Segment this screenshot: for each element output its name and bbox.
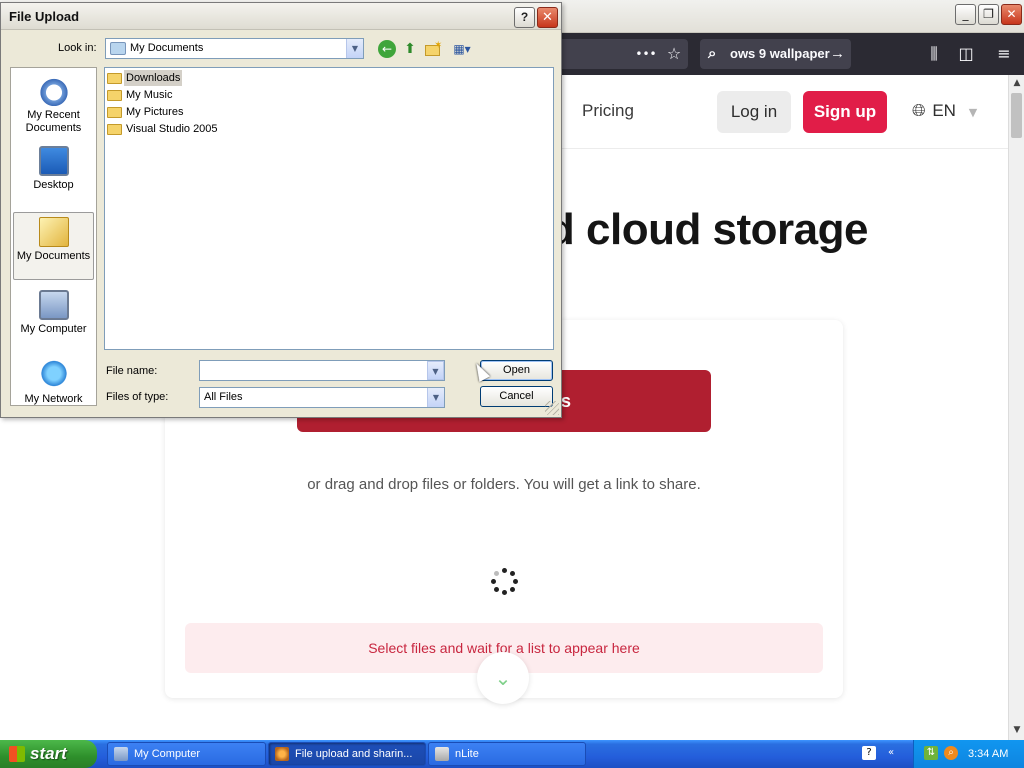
file-name-history-arrow-icon[interactable]: ▼ [427,361,444,380]
folder-icon [107,73,122,84]
dialog-title: File Upload [9,9,80,24]
start-label: start [30,744,67,763]
my-network-icon [38,360,69,390]
restore-button[interactable]: ❐ [978,4,999,25]
task-label: File upload and sharin... [295,748,413,760]
place-label: Desktop [33,179,74,191]
open-button[interactable]: Open [480,360,553,381]
windows-logo-icon [9,746,25,762]
place-my-computer[interactable]: My Computer [13,290,94,336]
my-computer-icon [114,747,128,761]
look-in-dropdown[interactable]: My Documents ▼ [105,38,364,59]
place-label: My Documents [16,250,91,262]
place-label: My Network [24,393,83,405]
chevron-down-icon[interactable]: ▼ [427,388,444,407]
file-list: Downloads My Music My Pictures Visual St… [104,67,554,350]
look-in-value: My Documents [130,42,204,54]
scroll-thumb[interactable] [1011,93,1022,138]
music-folder-icon [107,90,122,101]
library-icon[interactable]: ⫼ [922,39,946,69]
file-name: My Music [126,89,173,101]
chevron-down-icon[interactable]: ▼ [346,39,363,58]
up-folder-icon[interactable]: ⬆ [401,40,419,58]
scroll-down-chevron-icon[interactable]: ⌄ [477,652,529,704]
place-recent-documents[interactable]: My Recent Documents [13,76,94,135]
place-desktop[interactable]: Desktop [13,146,94,192]
cancel-button[interactable]: Cancel [480,386,553,407]
dialog-titlebar[interactable]: File Upload ? ✕ [1,3,561,30]
file-name: My Pictures [126,106,184,118]
search-go-arrow-icon[interactable]: → [830,39,845,69]
folder-icon [107,124,122,135]
my-computer-icon [38,290,69,320]
dialog-close-button[interactable]: ✕ [537,7,558,28]
new-folder-icon[interactable]: ✶ [424,40,444,58]
places-bar: My Recent Documents Desktop My Documents… [10,67,97,406]
hamburger-menu-icon[interactable]: ≡ [992,39,1016,69]
taskbar-item-my-computer[interactable]: My Computer [107,742,266,766]
taskbar-item-browser[interactable]: File upload and sharin... [268,742,426,766]
browser-close-button[interactable]: ✕ [1001,4,1022,25]
search-box[interactable]: ⌕ ows 9 wallpaper → [700,39,851,69]
file-name: Visual Studio 2005 [126,123,218,135]
file-name-label: File name: [106,365,158,377]
place-my-network[interactable]: My Network [13,360,94,406]
search-text: ows 9 wallpaper [730,46,830,61]
login-button[interactable]: Log in [717,91,791,133]
search-icon: ⌕ [708,45,717,62]
address-bar[interactable]: ••• ☆ [562,39,688,69]
file-name: Downloads [124,70,183,86]
bookmark-star-icon[interactable]: ☆ [662,39,686,69]
page-actions-more-icon[interactable]: ••• [634,39,658,69]
file-name-input[interactable] [199,360,445,381]
taskbar: start My Computer File upload and sharin… [0,740,1024,768]
scroll-up-arrow-icon[interactable]: ▲ [1009,75,1024,91]
sidebar-icon[interactable]: ◫ [954,39,978,69]
language-code: EN [932,101,956,120]
my-documents-icon [38,217,69,247]
page-scrollbar[interactable]: ▲ ▼ [1008,75,1024,740]
scroll-down-arrow-icon[interactable]: ▼ [1009,722,1024,738]
taskbar-item-nlite[interactable]: nLite [428,742,586,766]
files-of-type-dropdown[interactable]: All Files ▼ [199,387,445,408]
nlite-icon [435,747,449,761]
language-selector[interactable]: 🌐︎ EN ▼ [912,101,977,121]
help-button[interactable]: ? [514,7,535,28]
task-label: My Computer [134,748,201,760]
pictures-folder-icon [107,107,122,118]
views-menu-icon[interactable]: ▦▾ [451,40,473,58]
place-label: My Recent Documents [25,109,82,134]
chevron-icon[interactable]: « [884,746,898,760]
globe-icon: 🌐︎ [912,101,926,121]
desktop-icon [38,146,69,176]
browser-icon [275,747,289,761]
search-tray-icon[interactable]: ⌕ [944,746,958,760]
nav-pricing-link[interactable]: Pricing [582,101,634,121]
task-label: nLite [455,748,479,760]
chevron-down-icon: ▼ [968,106,978,119]
help-tray-icon[interactable]: ? [862,746,876,760]
signup-button[interactable]: Sign up [803,91,887,133]
drag-drop-hint: or drag and drop files or folders. You w… [307,476,701,493]
place-label: My Computer [20,323,87,335]
network-tray-icon[interactable]: ⇅ [924,746,938,760]
look-in-label: Look in: [58,42,97,54]
clock[interactable]: 3:34 AM [968,740,1008,768]
folder-icon [110,42,126,55]
start-button[interactable]: start [0,740,97,768]
files-of-type-value: All Files [204,391,243,403]
loading-spinner-icon [491,568,518,595]
files-of-type-label: Files of type: [106,391,169,403]
place-my-documents[interactable]: My Documents [13,212,94,280]
resize-grip[interactable] [545,401,559,415]
back-arrow-icon[interactable]: ← [378,40,396,58]
file-upload-dialog: File Upload ? ✕ Look in: My Documents ▼ … [0,2,562,418]
minimize-button[interactable]: _ [955,4,976,25]
recent-documents-icon [38,76,69,106]
